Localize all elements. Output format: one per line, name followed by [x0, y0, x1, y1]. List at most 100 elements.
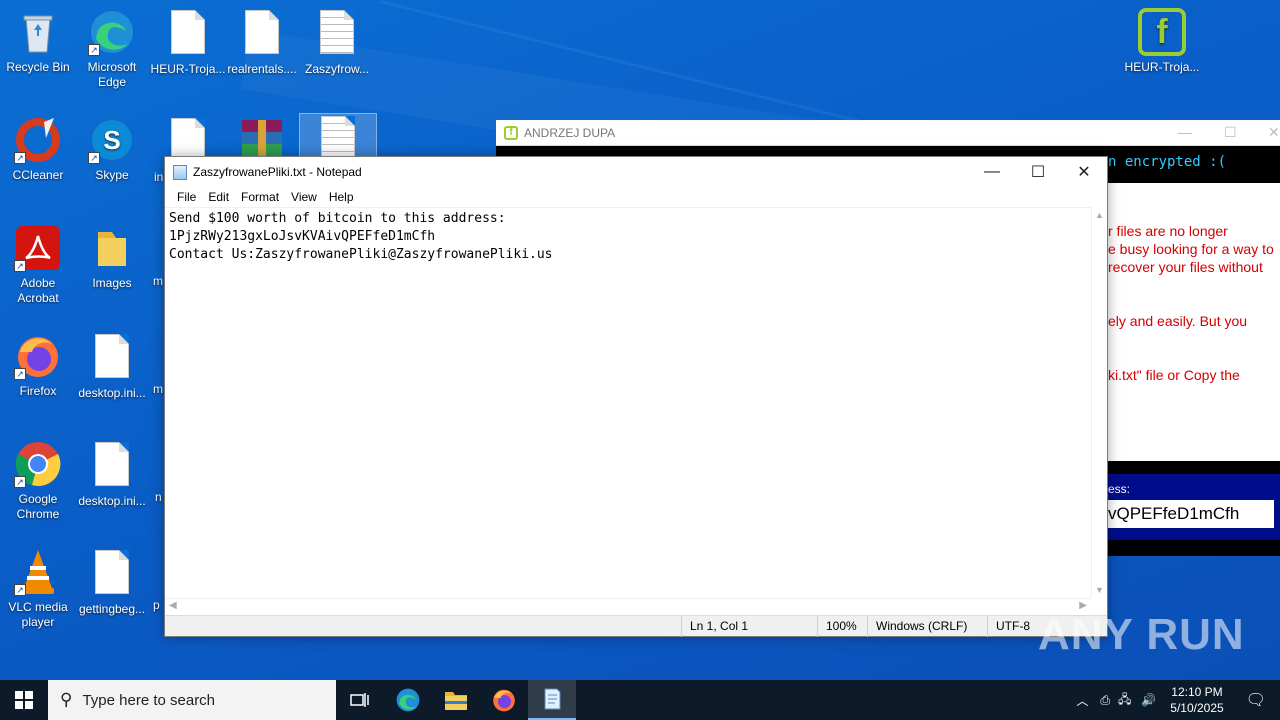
desktop-icon-microsoft-edge[interactable]: ↗ Microsoft Edge — [74, 8, 150, 90]
search-icon: ⚲ — [60, 690, 73, 709]
status-zoom: 100% — [817, 616, 867, 637]
scroll-up-icon[interactable]: ▲ — [1095, 210, 1104, 220]
maximize-button[interactable]: ☐ — [1015, 157, 1061, 187]
vertical-scrollbar[interactable]: ▲ ▼ — [1091, 207, 1107, 598]
desktop-icon-label: Skype — [95, 168, 129, 182]
desktop-icon-label: Zaszyfrow... — [304, 62, 369, 76]
menu-format[interactable]: Format — [235, 190, 285, 204]
desktop-icon-label: HEUR-Troja... — [1124, 60, 1200, 74]
firefox-icon — [493, 689, 515, 712]
device-icon[interactable]: ⎙ — [1096, 693, 1114, 708]
desktop-icon-label: Microsoft Edge — [87, 60, 137, 89]
desktop-icon-label: Images — [92, 276, 132, 290]
notepad-window[interactable]: ZaszyfrowanePliki.txt - Notepad — ☐ ✕ Fi… — [164, 156, 1108, 637]
desktop-icon-vlc[interactable]: ↗ VLC media player — [0, 548, 76, 630]
edge-icon: ↗ — [88, 8, 136, 56]
minimize-icon[interactable]: — — [1178, 124, 1192, 140]
notepad-menubar: File Edit Format View Help — [165, 187, 1107, 207]
desktop-icon-label: desktop.ini... — [78, 494, 146, 508]
task-view-icon — [350, 693, 369, 707]
desktop-icon-zaszyfrowane[interactable]: Zaszyfrow... — [299, 8, 375, 77]
taskbar-search-box[interactable]: ⚲ Type here to search — [48, 680, 336, 720]
desktop-icon-recycle-bin[interactable]: Recycle Bin — [0, 8, 76, 75]
taskbar-edge[interactable] — [384, 680, 432, 720]
desktop-icon-adobe-acrobat[interactable]: ↗ Adobe Acrobat — [0, 224, 76, 306]
menu-edit[interactable]: Edit — [202, 190, 235, 204]
desktop-icon-label-partial: n — [155, 490, 162, 504]
desktop-icon-images-folder[interactable]: Images — [74, 224, 150, 291]
status-line-ending: Windows (CRLF) — [867, 616, 987, 637]
svg-text:S: S — [103, 125, 120, 155]
firefox-icon: ↗ — [14, 332, 62, 380]
menu-view[interactable]: View — [285, 190, 323, 204]
ransom-banner-text: n encrypted :( — [1108, 154, 1227, 170]
chrome-icon: ↗ — [14, 440, 62, 488]
volume-icon[interactable]: 🔊 — [1135, 693, 1162, 707]
show-hidden-icons-chevron-up-icon[interactable]: ︿ — [1068, 692, 1096, 709]
file-icon — [164, 10, 212, 58]
clock-date: 5/10/2025 — [1170, 701, 1224, 715]
taskbar: ⚲ Type here to search ︿ ⎙ 🖧 🔊 12:10 PM 5… — [0, 680, 1280, 720]
start-button[interactable] — [0, 680, 48, 720]
notepad-icon — [173, 164, 187, 180]
notification-icon[interactable]: 🗨 — [1232, 690, 1280, 710]
horizontal-scrollbar[interactable]: ◀ ▶ — [165, 598, 1091, 615]
menu-file[interactable]: File — [171, 190, 202, 204]
desktop-icon-ccleaner[interactable]: ↗ CCleaner — [0, 116, 76, 183]
adobe-acrobat-icon: ↗ — [14, 224, 62, 272]
desktop-icon-heur-trojan[interactable]: HEUR-Troja... — [150, 8, 226, 77]
desktop-icon-label: desktop.ini... — [78, 386, 146, 400]
ransom-message-panel: r files are no longer e busy looking for… — [1108, 183, 1280, 461]
ransom-message-line: r files are no longer — [1108, 223, 1228, 239]
file-icon — [238, 10, 286, 58]
desktop-icon-firefox[interactable]: ↗ Firefox — [0, 332, 76, 399]
scroll-left-icon[interactable]: ◀ — [169, 600, 177, 611]
taskbar-firefox[interactable] — [480, 680, 528, 720]
desktop-icon-selected-text-file[interactable] — [299, 113, 377, 160]
maximize-icon[interactable]: ☐ — [1224, 124, 1237, 141]
folder-icon — [88, 224, 136, 272]
desktop-icon-heur-trojan-fb[interactable]: f HEUR-Troja... — [1124, 8, 1200, 75]
desktop-icon-label: Google Chrome — [16, 492, 60, 521]
task-view-button[interactable] — [336, 680, 384, 720]
anyrun-watermark: ANY RUN — [1038, 610, 1245, 659]
taskbar-notepad[interactable] — [528, 680, 576, 720]
close-button[interactable]: ✕ — [1061, 157, 1107, 187]
close-icon[interactable]: ✕ — [1268, 124, 1280, 141]
desktop-icon-realrentals[interactable]: realrentals.... — [224, 8, 300, 77]
shortcut-arrow-icon: ↗ — [14, 476, 26, 488]
desktop-icon-gettingbeg[interactable]: gettingbeg... — [74, 548, 150, 617]
shortcut-arrow-icon: ↗ — [14, 260, 26, 272]
skype-icon: S ↗ — [88, 116, 136, 164]
text-file-icon — [313, 10, 361, 58]
network-icon[interactable]: 🖧 — [1114, 690, 1135, 711]
ransom-message-line: ki.txt" file or Copy the — [1108, 367, 1240, 383]
text-line: 1PjzRWy213gxLoJsvKVAivQPEFfeD1mCfh — [169, 229, 436, 244]
desktop-icon-desktop-ini-2[interactable]: desktop.ini... — [74, 440, 150, 509]
desktop-icon-skype[interactable]: S ↗ Skype — [74, 116, 150, 183]
ransom-window-titlebar[interactable]: f ANDRZEJ DUPA — ☐ ✕ — [496, 120, 1280, 146]
desktop-icon-google-chrome[interactable]: ↗ Google Chrome — [0, 440, 76, 522]
shortcut-arrow-icon: ↗ — [14, 584, 26, 596]
menu-help[interactable]: Help — [323, 190, 360, 204]
clock-time: 12:10 PM — [1171, 685, 1223, 699]
notepad-text-area[interactable]: Send $100 worth of bitcoin to this addre… — [165, 207, 1091, 598]
notepad-titlebar[interactable]: ZaszyfrowanePliki.txt - Notepad — ☐ ✕ — [165, 157, 1107, 187]
desktop-icon-label-partial: p — [153, 598, 160, 612]
taskbar-clock[interactable]: 12:10 PM 5/10/2025 — [1162, 684, 1231, 716]
file-icon — [88, 442, 136, 490]
notepad-title: ZaszyfrowanePliki.txt - Notepad — [193, 165, 362, 179]
desktop-icon-label: Adobe Acrobat — [17, 276, 59, 305]
desktop-icon-desktop-ini-1[interactable]: desktop.ini... — [74, 332, 150, 401]
shortcut-arrow-icon: ↗ — [14, 368, 26, 380]
minimize-button[interactable]: — — [969, 157, 1015, 187]
ransom-address-field[interactable]: vQPEFfeD1mCfh — [1108, 500, 1274, 528]
system-tray: ︿ ⎙ 🖧 🔊 12:10 PM 5/10/2025 🗨 — [1068, 680, 1280, 720]
taskbar-file-explorer[interactable] — [432, 680, 480, 720]
search-placeholder: Type here to search — [82, 691, 216, 709]
notepad-statusbar: Ln 1, Col 1 100% Windows (CRLF) UTF-8 — [165, 615, 1107, 637]
scroll-down-icon[interactable]: ▼ — [1095, 585, 1104, 595]
ransom-address-panel: ess: vQPEFfeD1mCfh — [1108, 472, 1280, 540]
desktop-icon-label: Recycle Bin — [6, 60, 70, 74]
facebook-icon: f — [504, 125, 518, 140]
